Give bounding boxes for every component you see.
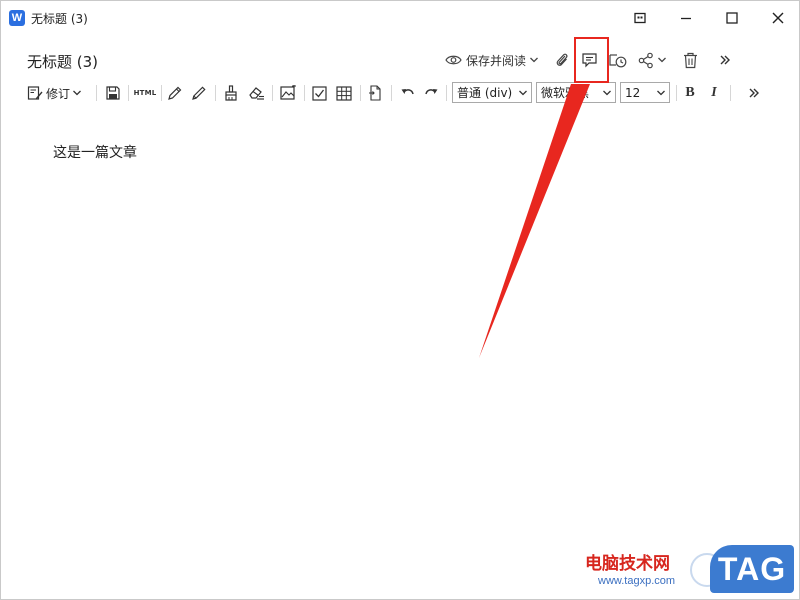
watermark-badge: TAG (710, 545, 794, 593)
annotation-arrow (479, 84, 590, 358)
watermark-tag-label: TAG (717, 550, 787, 587)
watermark-site-name: 电脑技术网 (585, 554, 670, 574)
watermark-url: www.tagxp.com (598, 575, 676, 587)
